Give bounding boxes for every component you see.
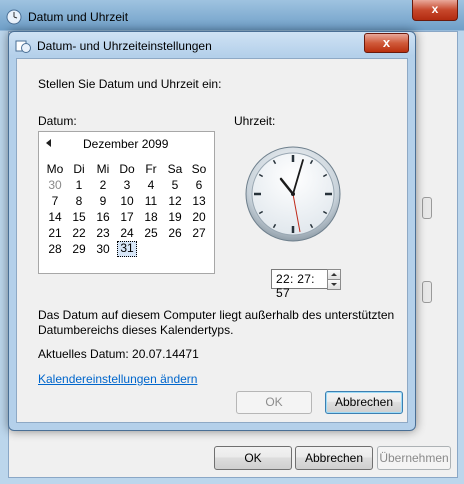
calendar-day[interactable]: 17 (115, 209, 139, 225)
date-label: Datum: (38, 114, 77, 128)
calendar-day[interactable]: 30 (43, 177, 67, 193)
calendar-day[interactable]: 10 (115, 193, 139, 209)
calendar-week-row: 30 1 2 3 4 5 6 (43, 177, 211, 193)
calendar-day[interactable]: 21 (43, 225, 67, 241)
calendar-day[interactable]: 26 (163, 225, 187, 241)
calendar-day[interactable]: 29 (67, 241, 91, 257)
calendar-day[interactable]: 11 (139, 193, 163, 209)
calendar-day[interactable]: 2 (91, 177, 115, 193)
parent-close-button[interactable]: x (412, 0, 458, 21)
dialog-body: Stellen Sie Datum und Uhrzeit ein: Datum… (16, 58, 408, 423)
previous-month-icon[interactable] (46, 139, 51, 147)
calendar-weekday: Mo (46, 162, 64, 176)
time-down-button[interactable] (327, 279, 341, 290)
calendar-week-row: 28 29 30 31 (43, 241, 211, 257)
calendar-day[interactable]: 16 (91, 209, 115, 225)
parent-ok-button[interactable]: OK (214, 446, 292, 470)
parent-side-button-1[interactable] (422, 197, 432, 219)
calendar-weekday: Di (73, 162, 85, 176)
calendar-week-row: 21 22 23 24 25 26 27 (43, 225, 211, 241)
calendar-day[interactable]: 25 (139, 225, 163, 241)
instruction-text: Stellen Sie Datum und Uhrzeit ein: (38, 77, 222, 91)
calendar-day[interactable]: 20 (187, 209, 211, 225)
calendar-weekday: Do (119, 162, 135, 176)
chevron-down-icon (331, 283, 337, 286)
warning-line-2: Datumbereichs dieses Kalendertyps. (38, 323, 234, 337)
calendar-day (163, 241, 187, 257)
calendar-month-title[interactable]: Dezember 2099 (83, 137, 168, 151)
calendar-day[interactable]: 14 (43, 209, 67, 225)
calendar-weekday: So (191, 162, 207, 176)
calendar-day[interactable]: 24 (115, 225, 139, 241)
time-spinner[interactable] (327, 269, 341, 290)
calendar-day[interactable]: 30 (91, 241, 115, 257)
calendar-weekday: Fr (145, 162, 157, 176)
calendar-day[interactable]: 13 (187, 193, 211, 209)
calendar-weekday: Sa (167, 162, 183, 176)
calendar-day[interactable]: 15 (67, 209, 91, 225)
dialog-ok-button[interactable]: OK (236, 391, 312, 414)
calendar-day-selected[interactable]: 31 (117, 241, 137, 257)
calendar-day[interactable]: 4 (139, 177, 163, 193)
calendar-day (187, 241, 211, 257)
time-label: Uhrzeit: (234, 114, 276, 128)
calendar-day[interactable]: 9 (91, 193, 115, 209)
warning-line-1: Das Datum auf diesem Computer liegt auße… (38, 308, 395, 322)
calendar-settings-link[interactable]: Kalendereinstellungen ändern (38, 372, 197, 386)
analog-clock (245, 131, 355, 251)
calendar-weekday: Mi (96, 162, 110, 176)
calendar-day[interactable]: 7 (43, 193, 67, 209)
clock-calendar-icon (15, 40, 31, 53)
calendar-day[interactable]: 5 (163, 177, 187, 193)
calendar-day[interactable]: 6 (187, 177, 211, 193)
dialog-close-button[interactable]: x (364, 33, 409, 53)
calendar-day[interactable]: 12 (163, 193, 187, 209)
calendar-weekday-row: Mo Di Mi Do Fr Sa So (43, 161, 211, 177)
date-time-dialog: Datum- und Uhrzeiteinstellungen x Stelle… (8, 31, 416, 431)
calendar-week-row: 7 8 9 10 11 12 13 (43, 193, 211, 209)
parent-apply-button[interactable]: Übernehmen (377, 446, 451, 470)
calendar-day (139, 241, 163, 257)
time-value: 22: 27: 57 (276, 272, 315, 300)
calendar-day[interactable]: 8 (67, 193, 91, 209)
calendar-day[interactable]: 18 (139, 209, 163, 225)
parent-titlebar: Datum und Uhrzeit (6, 6, 128, 28)
calendar-header: Dezember 2099 (39, 137, 214, 152)
dialog-titlebar: Datum- und Uhrzeiteinstellungen (15, 36, 212, 56)
calendar-grid: Mo Di Mi Do Fr Sa So 30 1 2 3 4 5 6 7 8 9 10 11 12 13 14 15 16 1… (43, 161, 211, 257)
time-input[interactable]: 22: 27: 57 (271, 269, 328, 300)
calendar-day[interactable]: 19 (163, 209, 187, 225)
calendar-day[interactable]: 23 (91, 225, 115, 241)
calendar-week-row: 14 15 16 17 18 19 20 (43, 209, 211, 225)
calendar-day[interactable]: 27 (187, 225, 211, 241)
calendar-day[interactable]: 28 (43, 241, 67, 257)
parent-title: Datum und Uhrzeit (28, 10, 129, 24)
calendar: Dezember 2099 Mo Di Mi Do Fr Sa So 30 1 2 3 4 5 6 7 8 9 1… (38, 131, 215, 274)
parent-side-button-2[interactable] (422, 281, 432, 303)
clock-face-icon (245, 146, 341, 242)
dialog-cancel-button[interactable]: Abbrechen (325, 391, 403, 414)
current-date-text: Aktuelles Datum: 20.07.14471 (38, 347, 199, 361)
calendar-day[interactable]: 22 (67, 225, 91, 241)
dialog-title: Datum- und Uhrzeiteinstellungen (37, 39, 212, 53)
calendar-day[interactable]: 1 (67, 177, 91, 193)
calendar-day[interactable]: 3 (115, 177, 139, 193)
parent-cancel-button[interactable]: Abbrechen (295, 446, 373, 470)
chevron-up-icon (331, 273, 337, 276)
clock-icon (6, 9, 22, 25)
